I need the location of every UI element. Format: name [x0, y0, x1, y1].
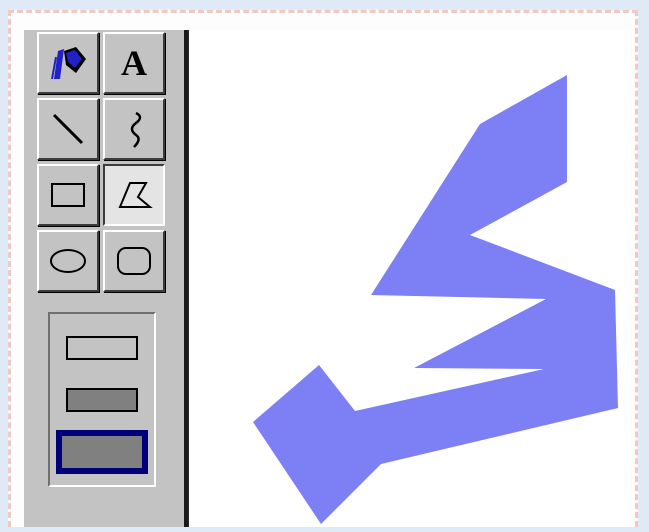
line-icon	[46, 107, 90, 151]
polygon-icon	[112, 173, 156, 217]
fill-style-outline-and-fill[interactable]	[66, 388, 138, 412]
rectangle-icon	[46, 173, 90, 217]
fill-style-panel	[48, 312, 156, 487]
filled-polygon	[253, 75, 618, 524]
paint-bucket-icon	[46, 43, 90, 83]
tool-line[interactable]	[37, 98, 99, 160]
fill-style-fill-only[interactable]	[56, 430, 148, 474]
canvas-drawing	[253, 75, 618, 524]
tool-polygon[interactable]	[103, 164, 165, 226]
tool-ellipse[interactable]	[37, 230, 99, 292]
fill-style-outline-only[interactable]	[66, 336, 138, 360]
drawing-canvas[interactable]	[190, 30, 630, 527]
tool-curve[interactable]	[103, 98, 165, 160]
tool-rounded-rectangle[interactable]	[103, 230, 165, 292]
ellipse-icon	[46, 239, 90, 283]
tool-text[interactable]: A	[103, 32, 165, 94]
text-icon: A	[121, 43, 147, 83]
rounded-rectangle-icon	[112, 239, 156, 283]
toolbox-divider	[184, 30, 188, 527]
tool-rectangle[interactable]	[37, 164, 99, 226]
tool-fill[interactable]	[37, 32, 99, 94]
curve-icon	[112, 107, 156, 151]
